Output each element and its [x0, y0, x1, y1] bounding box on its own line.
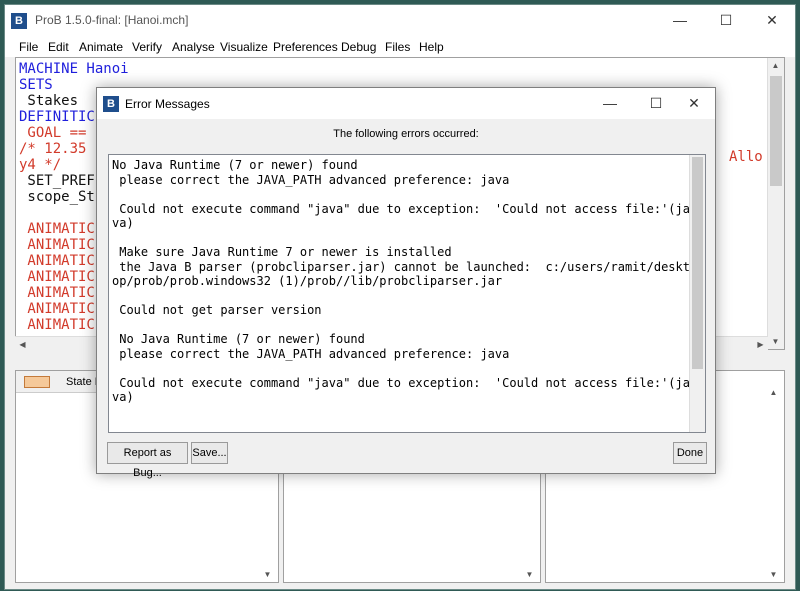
scroll-down-icon[interactable]: ▼ — [768, 334, 783, 349]
scroll-down-icon[interactable]: ▼ — [522, 567, 537, 582]
code-line: ANIMATIC — [19, 301, 95, 317]
scroll-up-icon[interactable]: ▲ — [766, 385, 781, 400]
menu-verify[interactable]: Verify — [132, 40, 162, 54]
save-button[interactable]: Save... — [191, 442, 228, 464]
menu-visualize[interactable]: Visualize — [220, 40, 268, 54]
code-line: GOAL == — [19, 125, 87, 141]
code-line: y4 */ — [19, 157, 62, 173]
code-fragment-right: Allo — [729, 149, 763, 165]
title-bar: B ProB 1.5.0-final: [Hanoi.mch] — ☐ ✕ — [5, 5, 795, 36]
error-text-area[interactable]: No Java Runtime (7 or newer) found pleas… — [108, 154, 706, 433]
state-icon — [24, 376, 50, 388]
code-line: /* 12.35 — [19, 141, 87, 157]
scroll-right-icon[interactable]: ▶ — [753, 337, 768, 352]
dialog-minimize-button[interactable]: — — [587, 88, 633, 119]
scroll-left-icon[interactable]: ◀ — [15, 337, 30, 352]
dialog-close-button[interactable]: ✕ — [671, 88, 717, 119]
scrollbar-thumb[interactable] — [770, 76, 782, 186]
done-button[interactable]: Done — [673, 442, 707, 464]
code-line: ANIMATIC — [19, 317, 95, 333]
close-button[interactable]: ✕ — [749, 5, 795, 36]
menu-edit[interactable]: Edit — [48, 40, 69, 54]
maximize-button[interactable]: ☐ — [703, 5, 749, 36]
code-line: SETS — [19, 77, 53, 93]
error-messages-dialog: B Error Messages — ☐ ✕ The following err… — [96, 87, 716, 479]
error-vertical-scrollbar[interactable] — [689, 155, 705, 432]
code-line: ANIMATIC — [19, 269, 95, 285]
menu-files[interactable]: Files — [385, 40, 410, 54]
prob-logo-icon: B — [11, 13, 27, 29]
editor-vertical-scrollbar[interactable]: ▲ ▼ — [767, 58, 784, 349]
menu-preferences[interactable]: Preferences — [273, 40, 338, 54]
code-line: ANIMATIC — [19, 237, 95, 253]
code-line: ANIMATIC — [19, 221, 95, 237]
menu-file[interactable]: File — [19, 40, 38, 54]
code-line: DEFINITIC — [19, 109, 95, 125]
window-title: ProB 1.5.0-final: [Hanoi.mch] — [35, 13, 189, 27]
dialog-title: Error Messages — [125, 97, 210, 111]
code-line: ANIMATIC — [19, 285, 95, 301]
code-line: SET_PREF — [19, 173, 95, 189]
scroll-up-icon[interactable]: ▲ — [768, 58, 783, 73]
code-line: scope_St — [19, 189, 95, 205]
scrollbar-thumb[interactable] — [692, 157, 703, 369]
menu-analyse[interactable]: Analyse — [172, 40, 215, 54]
code-line: Stakes — [19, 93, 79, 109]
menu-animate[interactable]: Animate — [79, 40, 123, 54]
scroll-down-icon[interactable]: ▼ — [260, 567, 275, 582]
prob-logo-icon: B — [103, 96, 119, 112]
minimize-button[interactable]: — — [657, 5, 703, 36]
dialog-title-bar: B Error Messages — ☐ ✕ — [97, 88, 715, 119]
menu-debug[interactable]: Debug — [341, 40, 376, 54]
menu-help[interactable]: Help — [419, 40, 444, 54]
dialog-header: The following errors occurred: — [333, 128, 479, 140]
code-line: ANIMATIC — [19, 253, 95, 269]
report-as-bug-button[interactable]: Report as Bug... — [107, 442, 188, 479]
scroll-down-icon[interactable]: ▼ — [766, 567, 781, 582]
error-message-text[interactable]: No Java Runtime (7 or newer) found pleas… — [112, 158, 690, 405]
code-line: MACHINE Hanoi — [19, 61, 129, 77]
menu-bar: File Edit Animate Verify Analyse Visuali… — [5, 36, 795, 57]
